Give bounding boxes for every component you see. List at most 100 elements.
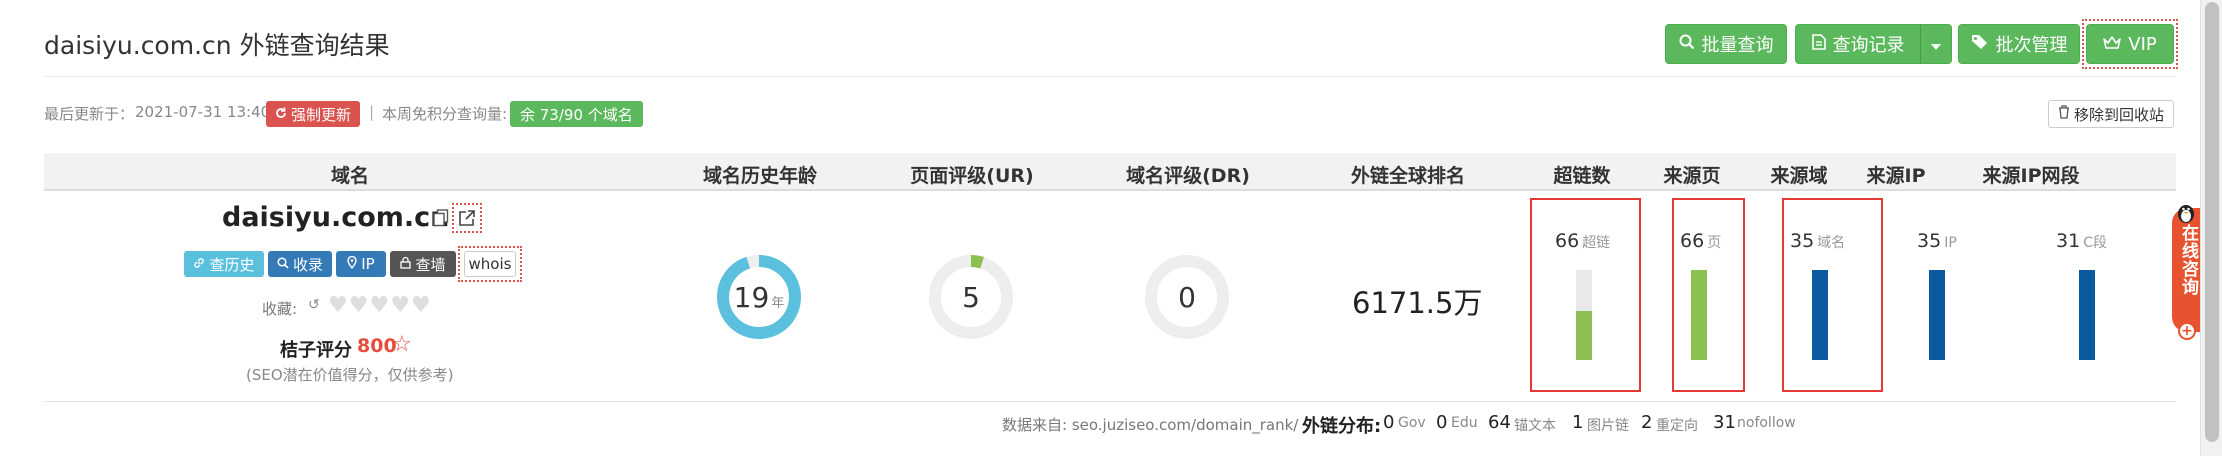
weekly-free-label: 本周免积分查询量: [382, 105, 508, 123]
history-tag-label: 查历史 [209, 255, 255, 274]
column-header-source-pages: 来源页 [1663, 165, 1721, 187]
score-label: 桔子评分 [280, 340, 352, 361]
index-tag[interactable]: 收录 [268, 251, 332, 277]
source-pages-value: 66 [1680, 230, 1705, 252]
star-icon[interactable]: ☆ [392, 332, 412, 357]
edu-count: 0 [1436, 412, 1448, 433]
column-header-domain: 域名 [330, 165, 370, 187]
header-divider [44, 76, 2176, 77]
source-pages-highlight [1672, 198, 1745, 392]
source-pages-bar [1691, 270, 1707, 360]
dr-value: 0 [1178, 280, 1196, 314]
gov-count: 0 [1383, 412, 1395, 433]
whois-button[interactable]: whois [464, 251, 516, 277]
heart-icon[interactable]: ♥ [349, 295, 369, 317]
column-header-dr: 域名评级(DR) [1126, 165, 1250, 187]
external-link-icon[interactable] [452, 203, 482, 233]
nofollow-count: 31 [1713, 412, 1736, 433]
hyperlinks-bar-fill [1576, 310, 1592, 360]
move-to-recycle-button[interactable]: 移除到回收站 [2048, 100, 2174, 128]
source-ip-unit: IP [1944, 235, 1957, 251]
source-domains-metric: 35 域名 [1790, 230, 1845, 252]
source-ip-segment-bar-fill [2079, 270, 2095, 360]
redirect-unit: 重定向 [1656, 418, 1698, 434]
search-icon [277, 255, 289, 273]
ip-tag[interactable]: IP [336, 251, 386, 277]
meta-separator: | [369, 103, 375, 121]
query-history-button[interactable]: 查询记录 [1795, 24, 1921, 64]
page-title: daisiyu.com.cn 外链查询结果 [44, 31, 390, 60]
crown-icon [2103, 34, 2122, 55]
vip-button[interactable]: VIP [2086, 24, 2174, 64]
batch-manage-button[interactable]: 批次管理 [1958, 24, 2080, 64]
plus-icon[interactable]: + [2178, 322, 2196, 340]
batch-query-button[interactable]: 批量查询 [1665, 24, 1787, 64]
refresh-icon [275, 105, 287, 123]
ur-value: 5 [962, 280, 980, 314]
history-age-value: 19 [733, 280, 770, 314]
lookup-tag[interactable]: 查墙 [390, 251, 456, 277]
ur-donut: 5 [929, 255, 1013, 339]
source-ip-metric: 35 IP [1917, 230, 1957, 252]
anchor-text-unit: 锚文本 [1514, 418, 1556, 434]
favorites-label: 收藏: [262, 300, 298, 318]
caret-down-icon [1931, 34, 1941, 55]
source-ip-segment-bar [2079, 270, 2095, 360]
hyperlinks-value: 66 [1555, 230, 1580, 252]
favorite-hearts[interactable]: ♥ ♥ ♥ ♥ ♥ [328, 295, 431, 317]
history-tag[interactable]: 查历史 [184, 251, 264, 277]
row-divider [44, 401, 2176, 402]
redirect-count: 2 [1641, 412, 1653, 433]
column-header-source-ip: 来源IP [1866, 165, 1926, 187]
trash-icon [2058, 105, 2070, 123]
hyperlinks-metric: 66 超链 [1555, 230, 1610, 252]
source-pages-metric: 66 页 [1680, 230, 1721, 252]
distribution-label: 外链分布: [1302, 416, 1382, 437]
source-ip-bar [1929, 270, 1945, 360]
image-link-unit: 图片链 [1587, 418, 1629, 434]
file-icon [1811, 33, 1826, 55]
ip-tag-label: IP [361, 255, 375, 273]
nofollow-unit: nofollow [1737, 415, 1796, 431]
source-ip-segment-value: 31 [2056, 230, 2081, 252]
query-history-dropdown[interactable] [1920, 24, 1952, 64]
column-header-ur: 页面评级(UR) [910, 165, 1034, 187]
search-icon [1679, 34, 1695, 55]
heart-icon[interactable]: ♥ [328, 295, 348, 317]
last-update-label: 最后更新于： [44, 105, 135, 123]
global-rank-value: 6171.5万 [1352, 286, 1483, 320]
image-link-count: 1 [1572, 412, 1584, 433]
column-header-hyperlinks: 超链数 [1553, 165, 1611, 187]
source-pages-unit: 页 [1707, 235, 1722, 251]
dr-donut: 0 [1145, 255, 1229, 339]
force-update-button[interactable]: 强制更新 [266, 101, 361, 127]
source-domains-bar-fill [1812, 270, 1828, 360]
page: daisiyu.com.cn 外链查询结果 批量查询 查询记录 批次管理 VIP… [0, 0, 2202, 456]
hyperlinks-unit: 超链 [1582, 235, 1611, 251]
domain-name: daisiyu.com.cn [222, 202, 450, 233]
heart-icon[interactable]: ♥ [411, 295, 431, 317]
vip-label: VIP [2128, 33, 2157, 55]
scrollbar-thumb[interactable] [2205, 2, 2219, 442]
heart-icon[interactable]: ♥ [390, 295, 410, 317]
score-note: (SEO潜在价值得分，仅供参考) [246, 366, 454, 384]
index-tag-label: 收录 [292, 255, 323, 274]
copy-icon[interactable] [433, 209, 449, 227]
heart-icon[interactable]: ♥ [369, 295, 389, 317]
source-pages-bar-fill [1691, 270, 1707, 360]
source-ip-value: 35 [1917, 230, 1942, 252]
source-domains-bar [1812, 270, 1828, 360]
source-ip-bar-fill [1929, 270, 1945, 360]
table-header: 域名 域名历史年龄 页面评级(UR) 域名评级(DR) 外链全球排名 超链数 来… [44, 153, 2176, 191]
vertical-scrollbar[interactable] [2200, 0, 2222, 456]
source-ip-segment-unit: C段 [2083, 235, 2107, 251]
online-consult-label[interactable]: 在线咨询 [2176, 224, 2198, 296]
hyperlinks-bar [1576, 270, 1592, 360]
edu-unit: Edu [1451, 415, 1478, 431]
column-header-global-rank: 外链全球排名 [1350, 165, 1466, 187]
last-update-value: 2021-07-31 13:40 [135, 103, 271, 121]
weekly-free-badge: 余 73/90 个域名 [510, 101, 643, 127]
undo-icon[interactable]: ↺ [308, 297, 320, 313]
score-value: 800 [357, 335, 397, 357]
force-update-label: 强制更新 [291, 105, 352, 124]
